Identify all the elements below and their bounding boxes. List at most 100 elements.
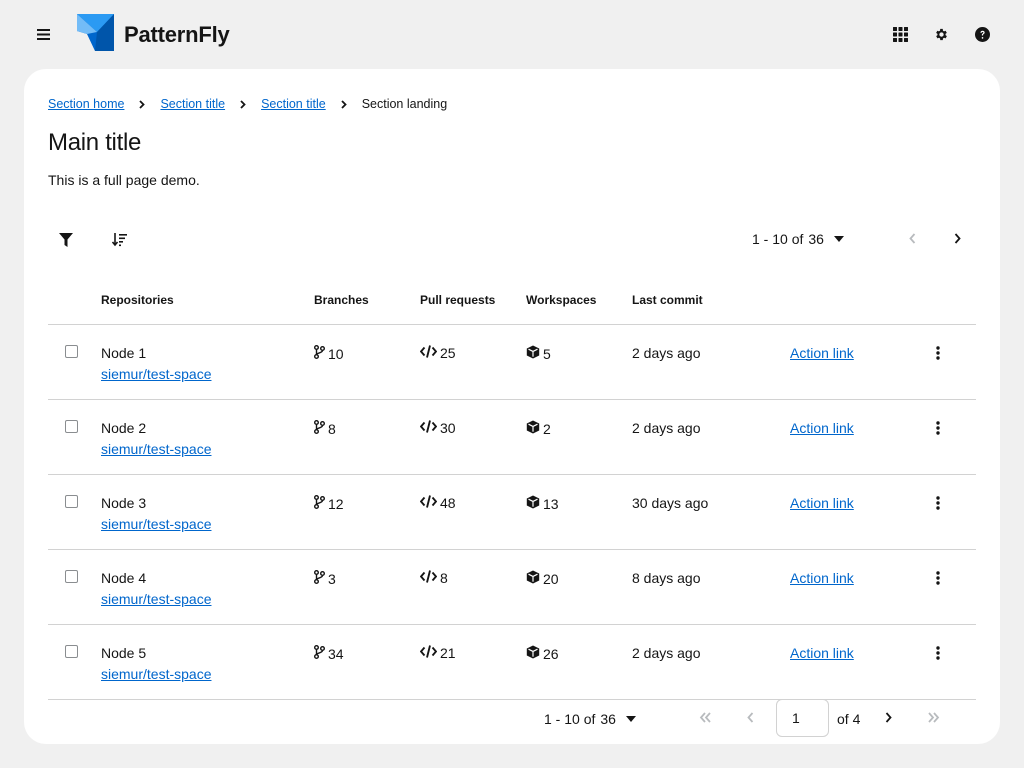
table-row: Node 1 siemur/test-space 10 25 5 2 days ago Ac… [48,325,976,400]
cube-icon [526,420,543,437]
action-link[interactable]: Action link [790,645,854,661]
sort-amount-down-icon[interactable] [107,228,131,252]
branches-count: 10 [328,345,344,362]
brand-name: PatternFly [124,22,230,47]
ellipsis-vertical-icon[interactable] [928,492,948,514]
previous-page-button[interactable] [900,228,924,252]
breadcrumb-link-section-title[interactable]: Section title [261,97,326,111]
row-select-checkbox[interactable] [65,645,78,658]
ellipsis-vertical-icon[interactable] [928,567,948,589]
row-select-checkbox[interactable] [65,495,78,508]
action-link[interactable]: Action link [790,495,854,511]
cube-icon [526,345,543,362]
pagination-range: 1 - 10 of [752,231,804,247]
question-circle-icon[interactable] [970,22,994,46]
breadcrumb-link-section-home[interactable]: Section home [48,97,124,111]
branches-count: 12 [328,495,344,512]
last-commit: 2 days ago [632,420,701,436]
row-select-checkbox[interactable] [65,420,78,433]
previous-page-button-bottom[interactable] [738,707,762,731]
caret-down-icon [625,716,636,722]
code-icon [419,570,440,586]
action-link[interactable]: Action link [790,420,854,436]
grid-icon[interactable] [888,22,912,46]
code-branch-icon [314,570,328,587]
workspaces-cell: 26 [526,645,559,662]
action-link[interactable]: Action link [790,570,854,586]
pull-requests-cell: 25 [419,345,456,361]
page-description: This is a full page demo. [48,172,200,188]
row-select-checkbox[interactable] [65,570,78,583]
breadcrumb-current: Section landing [361,97,448,111]
ellipsis-vertical-icon[interactable] [928,342,948,364]
chevron-right-icon [240,99,246,109]
gear-icon[interactable] [929,22,953,46]
pull-requests-count: 30 [440,420,456,436]
last-commit: 2 days ago [632,345,701,361]
current-page-input[interactable] [776,699,829,737]
workspaces-count: 2 [543,420,551,437]
pull-requests-cell: 30 [419,420,456,436]
repository-link[interactable]: siemur/test-space [101,366,211,382]
chevron-left-icon [746,710,754,728]
table-row: Node 5 siemur/test-space 34 21 26 2 days ago A… [48,625,976,700]
repository-link[interactable]: siemur/test-space [101,441,211,457]
pull-requests-count: 21 [440,645,456,661]
code-icon [419,420,440,436]
pagination-total: 36 [600,711,616,727]
code-icon [419,495,440,511]
pagination-range: 1 - 10 of [544,711,596,727]
cube-icon [526,570,543,587]
last-commit: 2 days ago [632,645,701,661]
workspaces-count: 5 [543,345,551,362]
action-link[interactable]: Action link [790,345,854,361]
column-header-pull-requests[interactable]: Pull requests [420,293,495,307]
chevron-right-icon [139,99,146,109]
branches-count: 34 [328,645,344,662]
chevron-right-icon [885,710,892,728]
brand-logo[interactable]: PatternFly [77,14,230,54]
pagination-toggle-top[interactable]: 1 - 10 of 36 [752,231,844,247]
first-page-button[interactable] [693,707,717,731]
column-header-last-commit[interactable]: Last commit [632,293,703,307]
last-commit: 8 days ago [632,570,701,586]
workspaces-count: 26 [543,645,559,662]
row-select-checkbox[interactable] [65,345,78,358]
workspaces-cell: 13 [526,495,559,512]
caret-down-icon [833,236,844,242]
cube-icon [526,495,543,512]
repository-link[interactable]: siemur/test-space [101,591,211,607]
branches-cell: 34 [314,645,344,662]
pull-requests-cell: 8 [419,570,448,586]
branches-count: 3 [328,570,336,587]
workspaces-cell: 5 [526,345,551,362]
filter-icon[interactable] [54,228,78,252]
column-header-workspaces[interactable]: Workspaces [526,293,596,307]
column-header-branches[interactable]: Branches [314,293,369,307]
next-page-button-bottom[interactable] [876,707,900,731]
repository-name: Node 5 [101,645,147,661]
code-branch-icon [314,645,328,662]
last-commit: 30 days ago [632,495,709,511]
pagination-toggle-bottom[interactable]: 1 - 10 of 36 [544,711,636,727]
ellipsis-vertical-icon[interactable] [928,642,948,664]
cube-icon [526,645,543,662]
masthead: PatternFly [0,0,1024,69]
column-header-repositories[interactable]: Repositories [101,293,174,307]
code-branch-icon [314,495,328,512]
pull-requests-count: 25 [440,345,456,361]
repository-link[interactable]: siemur/test-space [101,666,211,682]
next-page-button[interactable] [945,228,969,252]
repository-link[interactable]: siemur/test-space [101,516,211,532]
main-content-card: Section home Section title Section title… [24,69,1000,744]
chevron-right-icon [954,231,961,249]
breadcrumb-link-section-title[interactable]: Section title [160,97,225,111]
table-row: Node 4 siemur/test-space 3 8 20 8 days ago Act… [48,550,976,625]
hamburger-icon[interactable] [30,22,56,46]
workspaces-count: 20 [543,570,559,587]
chevron-right-icon [341,99,347,109]
pull-requests-cell: 48 [419,495,456,511]
ellipsis-vertical-icon[interactable] [928,417,948,439]
page-title: Main title [48,129,142,156]
last-page-button[interactable] [921,707,945,731]
